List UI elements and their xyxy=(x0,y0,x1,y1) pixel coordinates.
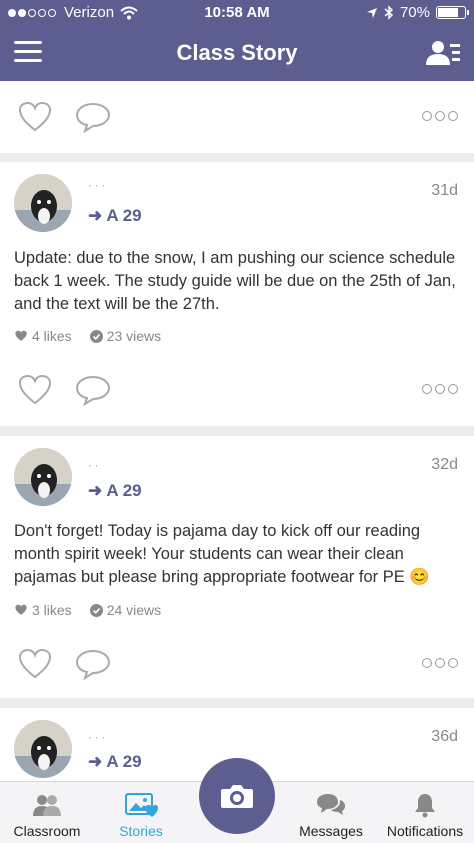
stories-icon xyxy=(125,793,158,817)
likes-heart-icon xyxy=(15,604,27,615)
bluetooth-icon xyxy=(384,5,394,20)
comment-icon[interactable] xyxy=(75,101,111,133)
heart-icon[interactable] xyxy=(18,374,52,406)
messages-icon xyxy=(317,794,345,815)
post-stats: 4 likes 23 views xyxy=(14,328,161,344)
location-icon xyxy=(366,7,377,18)
views-check-icon xyxy=(89,603,103,617)
recipient-label[interactable]: ➜ A 29 xyxy=(88,752,142,772)
views-count: 23 views xyxy=(106,328,162,344)
post-card-partial xyxy=(0,81,474,153)
author-name: · · · xyxy=(88,732,106,744)
tab-classroom-label: Classroom xyxy=(13,823,81,839)
post-stats: 3 likes 24 views xyxy=(14,602,161,618)
recipient-label[interactable]: ➜ A 29 xyxy=(88,481,142,501)
battery-percent: 70% xyxy=(399,4,430,21)
status-bar: Verizon 10:58 AM 70% xyxy=(0,0,474,26)
tab-notifications-label: Notifications xyxy=(386,823,464,839)
page-title: Class Story xyxy=(176,40,298,65)
battery-icon xyxy=(436,6,469,19)
more-icon[interactable] xyxy=(422,111,458,121)
post-card: · · ➜ A 29 32d Don't forget! Today is pa… xyxy=(0,436,474,698)
comment-icon[interactable] xyxy=(75,648,111,680)
author-name: · · · xyxy=(88,180,106,192)
author-name: · · xyxy=(88,460,99,472)
avatar[interactable] xyxy=(14,448,72,506)
views-check-icon xyxy=(89,329,103,343)
recipient-label[interactable]: ➜ A 29 xyxy=(88,206,142,226)
heart-icon[interactable] xyxy=(18,648,52,680)
post-age: 32d xyxy=(431,456,458,473)
post-text: Update: due to the snow, I am pushing ou… xyxy=(14,249,456,313)
heart-icon[interactable] xyxy=(18,101,52,133)
tab-messages-label: Messages xyxy=(299,823,363,839)
tab-stories-label: Stories xyxy=(119,823,163,839)
more-icon[interactable] xyxy=(422,658,458,668)
post-text: Don't forget! Today is pajama day to kic… xyxy=(14,522,430,586)
avatar[interactable] xyxy=(14,174,72,232)
likes-count: 3 likes xyxy=(32,602,72,618)
notifications-icon xyxy=(415,794,435,818)
comment-icon[interactable] xyxy=(75,374,111,406)
camera-icon xyxy=(221,785,253,808)
post-age: 36d xyxy=(431,728,458,745)
nav-bar: Class Story xyxy=(0,26,474,81)
classroom-icon xyxy=(33,795,61,816)
more-icon[interactable] xyxy=(422,384,458,394)
likes-heart-icon xyxy=(15,330,27,341)
tab-classroom[interactable]: Classroom xyxy=(2,792,92,839)
avatar[interactable] xyxy=(14,720,72,778)
views-count: 24 views xyxy=(106,602,162,618)
tab-messages[interactable]: Messages xyxy=(286,792,376,839)
tab-notifications[interactable]: Notifications xyxy=(380,792,470,839)
post-age: 31d xyxy=(431,182,458,199)
post-card: · · · ➜ A 29 31d Update: due to the snow… xyxy=(0,162,474,426)
camera-button[interactable] xyxy=(199,758,275,834)
likes-count: 4 likes xyxy=(32,328,72,344)
people-icon[interactable] xyxy=(426,40,460,66)
tab-stories[interactable]: Stories xyxy=(96,792,186,839)
